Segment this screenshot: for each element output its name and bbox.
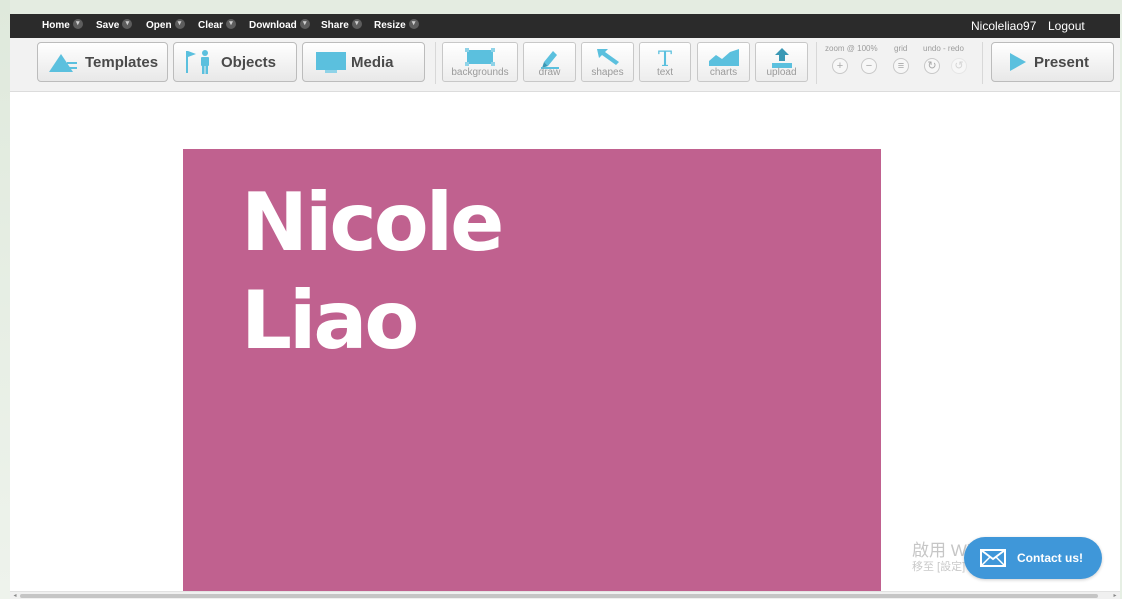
pencil-icon bbox=[540, 51, 559, 69]
menu-resize[interactable]: Resize ▾ bbox=[374, 14, 419, 38]
scroll-left-icon[interactable]: ◂ bbox=[10, 592, 20, 599]
contact-us-button[interactable]: Contact us! bbox=[964, 537, 1102, 579]
slide-name-line2[interactable]: Liao bbox=[241, 281, 419, 361]
zoom-label: zoom @ 100% bbox=[825, 44, 878, 53]
slide-name-line1[interactable]: Nicole bbox=[241, 183, 504, 263]
menu-share[interactable]: Share ▾ bbox=[321, 14, 362, 38]
backgrounds-icon bbox=[465, 48, 495, 66]
menu-clear-label: Clear bbox=[198, 20, 224, 31]
grid-label: grid bbox=[894, 44, 908, 53]
menu-save-label: Save bbox=[96, 20, 120, 31]
menu-resize-label: Resize bbox=[374, 20, 406, 31]
shapes-label: shapes bbox=[591, 67, 624, 78]
menu-home-label: Home bbox=[42, 20, 70, 31]
grid-icon[interactable]: ≡ bbox=[893, 58, 909, 74]
menu-clear[interactable]: Clear ▾ bbox=[198, 14, 237, 38]
monitor-icon bbox=[316, 52, 346, 73]
charts-button[interactable]: charts bbox=[697, 42, 750, 82]
zoom-in-icon[interactable]: + bbox=[832, 58, 848, 74]
chevron-down-icon: ▾ bbox=[299, 19, 310, 30]
contact-us-label: Contact us! bbox=[1017, 551, 1083, 565]
scrollbar-thumb[interactable] bbox=[20, 594, 1098, 598]
menu-download-label: Download bbox=[249, 20, 297, 31]
backgrounds-label: backgrounds bbox=[451, 67, 509, 78]
horizontal-scrollbar[interactable]: ◂ ▸ bbox=[10, 591, 1120, 599]
backgrounds-button[interactable]: backgrounds bbox=[442, 42, 518, 82]
draw-label: draw bbox=[538, 67, 561, 78]
charts-label: charts bbox=[709, 67, 738, 78]
chevron-down-icon: ▾ bbox=[174, 19, 185, 30]
envelope-icon bbox=[980, 549, 1006, 567]
menu-save[interactable]: Save ▾ bbox=[96, 14, 133, 38]
objects-button[interactable]: Objects bbox=[173, 42, 297, 82]
chevron-down-icon: ▾ bbox=[351, 19, 362, 30]
text-button[interactable]: T text bbox=[639, 42, 691, 82]
app-window: Home ▾ Save ▾ Open ▾ Clear ▾ Download ▾ Share… bbox=[10, 14, 1120, 599]
chevron-down-icon: ▾ bbox=[408, 19, 419, 30]
templates-icon bbox=[49, 54, 77, 72]
undo-icon[interactable]: ↻ bbox=[924, 58, 940, 74]
zoom-out-icon[interactable]: − bbox=[861, 58, 877, 74]
menu-download[interactable]: Download ▾ bbox=[249, 14, 310, 38]
username-link[interactable]: Nicoleliao97 bbox=[971, 14, 1036, 38]
chart-icon bbox=[708, 49, 739, 66]
draw-button[interactable]: draw bbox=[523, 42, 576, 82]
menu-open[interactable]: Open ▾ bbox=[146, 14, 185, 38]
text-label: text bbox=[656, 67, 674, 78]
templates-button[interactable]: Templates bbox=[37, 42, 168, 82]
desktop-background-top bbox=[0, 0, 1122, 14]
media-button[interactable]: Media bbox=[302, 42, 425, 82]
toolbar: Templates Objects Media backgrounds draw… bbox=[10, 38, 1120, 92]
chevron-down-icon: ▾ bbox=[122, 19, 133, 30]
toolbar-divider bbox=[816, 42, 817, 84]
templates-label: Templates bbox=[85, 54, 159, 71]
play-icon bbox=[1010, 53, 1026, 71]
media-label: Media bbox=[351, 54, 394, 71]
slide-canvas[interactable]: Nicole Liao bbox=[183, 149, 881, 599]
upload-label: upload bbox=[766, 67, 797, 78]
scroll-right-icon[interactable]: ▸ bbox=[1110, 592, 1120, 599]
toolbar-divider bbox=[435, 42, 436, 84]
toolbar-divider bbox=[982, 42, 983, 84]
redo-icon[interactable]: ↺ bbox=[951, 58, 967, 74]
text-icon: T bbox=[658, 47, 672, 69]
present-button[interactable]: Present bbox=[991, 42, 1114, 82]
shapes-button[interactable]: shapes bbox=[581, 42, 634, 82]
undo-redo-label: undo - redo bbox=[923, 44, 964, 53]
logout-link[interactable]: Logout bbox=[1048, 14, 1085, 38]
arrow-shape-icon bbox=[596, 49, 619, 65]
menu-share-label: Share bbox=[321, 20, 349, 31]
desktop-background-left bbox=[0, 0, 10, 599]
objects-icon bbox=[186, 50, 209, 74]
chevron-down-icon: ▾ bbox=[72, 19, 83, 30]
chevron-down-icon: ▾ bbox=[226, 19, 237, 30]
menu-home[interactable]: Home ▾ bbox=[42, 14, 83, 38]
menu-open-label: Open bbox=[146, 20, 172, 31]
upload-icon bbox=[771, 48, 792, 68]
objects-label: Objects bbox=[221, 54, 277, 71]
svg-text:T: T bbox=[658, 47, 672, 69]
menubar: Home ▾ Save ▾ Open ▾ Clear ▾ Download ▾ Share… bbox=[10, 14, 1120, 38]
present-label: Present bbox=[1034, 54, 1090, 71]
upload-button[interactable]: upload bbox=[755, 42, 808, 82]
